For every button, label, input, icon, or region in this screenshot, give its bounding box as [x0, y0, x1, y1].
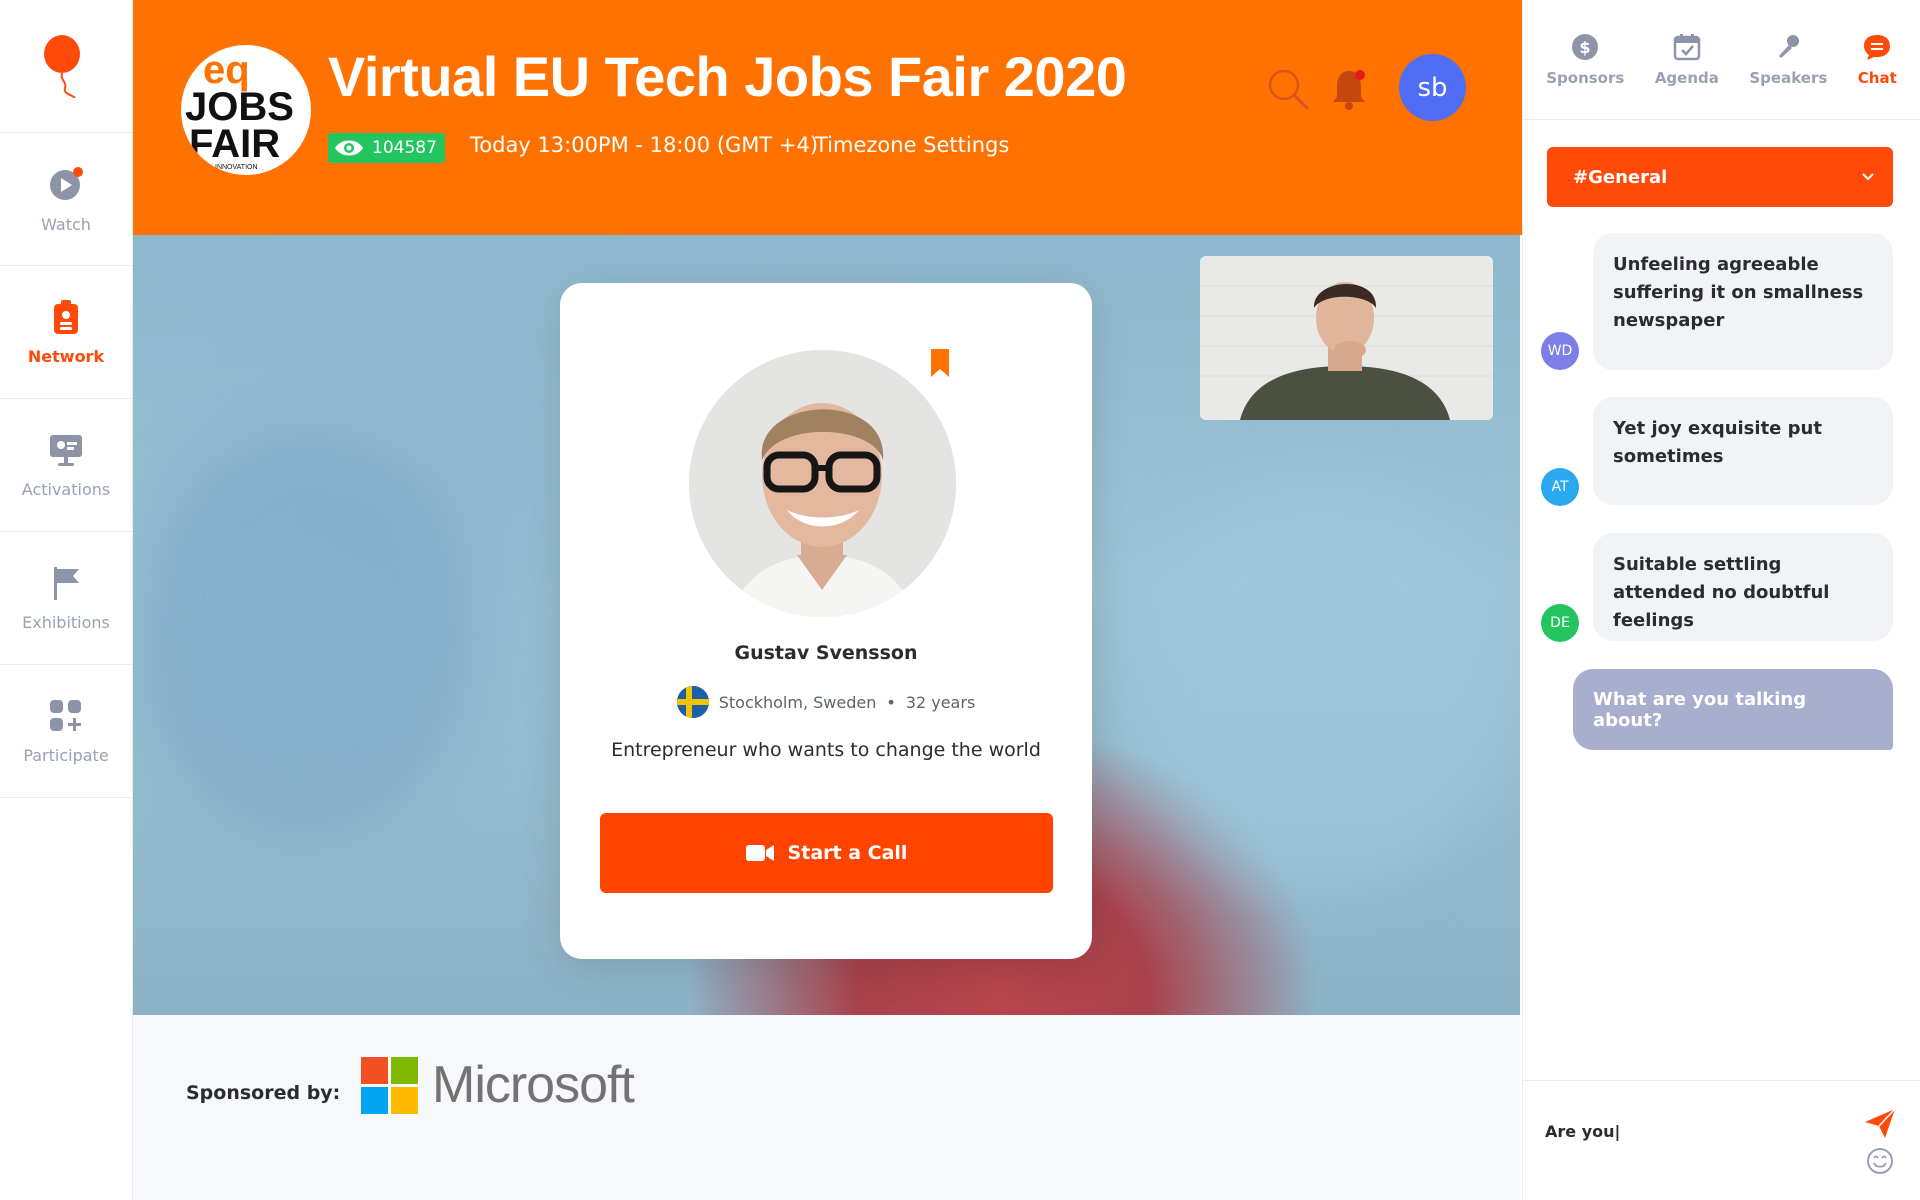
attendee-card: Gustav Svensson Stockholm, Sweden • 32 y…: [560, 283, 1092, 959]
sidebar-item-participate[interactable]: Participate: [0, 665, 132, 798]
own-chat-message-text: What are you talking about?: [1593, 688, 1807, 731]
send-icon: [1865, 1108, 1896, 1138]
background-blur: [1133, 475, 1513, 895]
microphone-icon: [1779, 34, 1800, 58]
meta-separator: •: [886, 692, 896, 712]
sidebar-item-watch[interactable]: Watch: [0, 133, 132, 266]
chat-avatar-initials: AT: [1551, 479, 1569, 495]
tab-label: Sponsors: [1546, 68, 1625, 87]
attendee-age: 32 years: [905, 692, 976, 712]
chevron-down-icon: [1862, 173, 1874, 181]
start-call-label: Start a Call: [787, 842, 908, 864]
bell-icon: [1333, 70, 1365, 110]
start-call-button[interactable]: Start a Call: [600, 813, 1053, 893]
event-logo: eq JOBS FAIR INNOVATION: [181, 45, 311, 175]
tab-agenda[interactable]: Agenda: [1655, 33, 1719, 87]
profile-photo: [689, 350, 956, 617]
chat-message-text: Unfeeling agreeable suffering it on smal…: [1613, 254, 1864, 331]
dollar-icon: $: [1572, 33, 1599, 60]
video-camera-icon: [745, 845, 774, 861]
grid-plus-icon: [50, 699, 81, 731]
bookmark-icon[interactable]: [930, 348, 950, 378]
sidebar-item-exhibitions[interactable]: Exhibitions: [0, 532, 132, 665]
chat-icon: [1864, 34, 1891, 60]
emoji-button[interactable]: [1866, 1147, 1894, 1175]
channel-select[interactable]: #General: [1547, 147, 1893, 207]
sidebar-item-label: Activations: [21, 479, 111, 499]
sponsor-strip: Sponsored by: Microsoft: [133, 1015, 1520, 1200]
jobs-fair-logo: eq JOBS FAIR INNOVATION: [185, 48, 294, 171]
notifications-button[interactable]: [1329, 67, 1369, 111]
app-root: Watch Network Activations Exhibitions Pa…: [0, 0, 1920, 1200]
badge-icon: [54, 299, 78, 334]
self-video-photo: [1200, 256, 1493, 420]
event-time: Today 13:00PM - 18:00 (GMT +4): [470, 133, 819, 157]
tab-speakers[interactable]: Speakers: [1749, 33, 1827, 87]
eye-icon: [335, 140, 363, 156]
tab-sponsors[interactable]: $ Sponsors: [1546, 33, 1624, 87]
sidebar-item-activations[interactable]: Activations: [0, 399, 132, 532]
tab-label: Speakers: [1749, 68, 1828, 87]
channel-name: #General: [1573, 166, 1668, 188]
search-icon: [1268, 69, 1309, 110]
microsoft-logo-icon: [361, 1056, 418, 1114]
sponsor-name: Microsoft: [432, 1056, 635, 1114]
right-panel: $ Sponsors Agenda Speakers Chat #General…: [1522, 0, 1920, 1200]
sidebar-item-label: Network: [27, 346, 105, 366]
sidebar-item-network[interactable]: Network: [0, 266, 132, 399]
chat-avatar[interactable]: AT: [1541, 468, 1579, 506]
chat-message-text: Suitable settling attended no doubtful f…: [1613, 554, 1830, 631]
own-chat-message: What are you talking about?: [1573, 669, 1893, 750]
background-blur: [133, 435, 473, 835]
search-button[interactable]: [1266, 67, 1310, 111]
user-avatar[interactable]: sb: [1399, 54, 1466, 121]
tab-label: Agenda: [1654, 68, 1719, 87]
sidebar-item-label: Exhibitions: [22, 612, 110, 632]
chat-input[interactable]: [1545, 1111, 1845, 1151]
networking-stage: Gustav Svensson Stockholm, Sweden • 32 y…: [133, 235, 1520, 1015]
timezone-settings-link[interactable]: Timezone Settings: [815, 133, 1009, 157]
tab-label: Chat: [1857, 68, 1897, 87]
sponsor-label: Sponsored by:: [186, 1082, 341, 1104]
profile-portrait: [689, 350, 956, 617]
calendar-icon: [1673, 33, 1701, 60]
chat-avatar[interactable]: DE: [1541, 604, 1579, 642]
chat-composer: [1523, 1080, 1920, 1200]
svg-text:INNOVATION: INNOVATION: [215, 164, 258, 171]
views-count: 104587: [372, 138, 437, 158]
sidebar-item-label: Participate: [23, 745, 109, 765]
sponsor-logo[interactable]: Microsoft: [361, 1055, 635, 1115]
attendee-location: Stockholm, Sweden: [718, 692, 877, 712]
send-button[interactable]: [1863, 1106, 1897, 1140]
attendee-bio: Entrepreneur who wants to change the wor…: [611, 739, 1041, 761]
attendee-name: Gustav Svensson: [734, 642, 918, 664]
chat-avatar-initials: WD: [1547, 343, 1573, 359]
self-video-preview[interactable]: [1200, 256, 1493, 420]
sidebar-item-label: Watch: [41, 214, 91, 234]
sweden-flag-icon: [676, 686, 709, 718]
smiley-icon: [1867, 1148, 1893, 1174]
chat-avatar-initials: DE: [1550, 615, 1570, 631]
chat-message: Unfeeling agreeable suffering it on smal…: [1593, 233, 1893, 370]
svg-text:FAIR: FAIR: [189, 122, 280, 166]
play-icon: [50, 166, 83, 200]
attendee-meta: Stockholm, Sweden • 32 years: [560, 686, 1092, 718]
chat-message-text: Yet joy exquisite put sometimes: [1613, 418, 1822, 467]
svg-text:$: $: [1580, 38, 1591, 57]
views-badge: 104587: [328, 133, 445, 163]
presentation-icon: [50, 434, 82, 466]
flag-icon: [54, 566, 79, 600]
app-logo[interactable]: [0, 0, 132, 133]
event-header: eq JOBS FAIR INNOVATION Virtual EU Tech …: [133, 0, 1669, 235]
chat-avatar[interactable]: WD: [1541, 332, 1579, 370]
chat-message: Suitable settling attended no doubtful f…: [1593, 533, 1893, 641]
event-title: Virtual EU Tech Jobs Fair 2020: [328, 45, 1127, 108]
chat-message: Yet joy exquisite put sometimes: [1593, 397, 1893, 505]
balloon-icon: [44, 35, 80, 98]
left-sidebar: Watch Network Activations Exhibitions Pa…: [0, 0, 133, 1200]
tab-chat[interactable]: Chat: [1858, 33, 1897, 87]
right-panel-tabs: $ Sponsors Agenda Speakers Chat: [1523, 0, 1920, 120]
